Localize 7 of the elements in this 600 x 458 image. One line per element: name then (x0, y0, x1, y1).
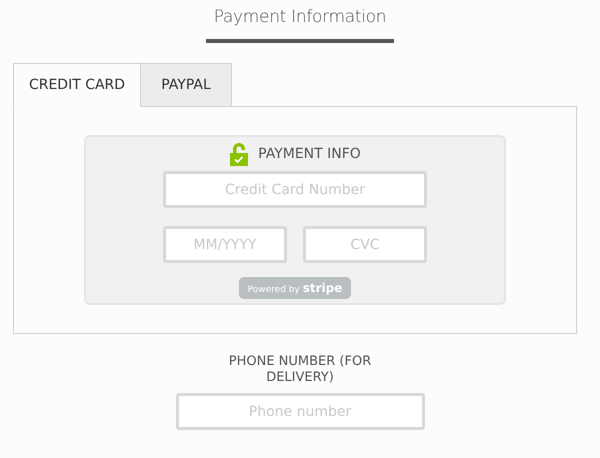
powered-by-badge: Powered by stripe (238, 277, 352, 299)
tab[interactable]: CREDIT CARD (13, 63, 141, 107)
page-title: Payment Information (214, 7, 386, 29)
lock-icon (229, 142, 250, 166)
tab[interactable]: PAYPAL (141, 63, 232, 107)
form-heading: PAYMENT INFO (258, 146, 361, 162)
phone-label: PHONE NUMBER (FOR DELIVERY) (228, 354, 372, 386)
